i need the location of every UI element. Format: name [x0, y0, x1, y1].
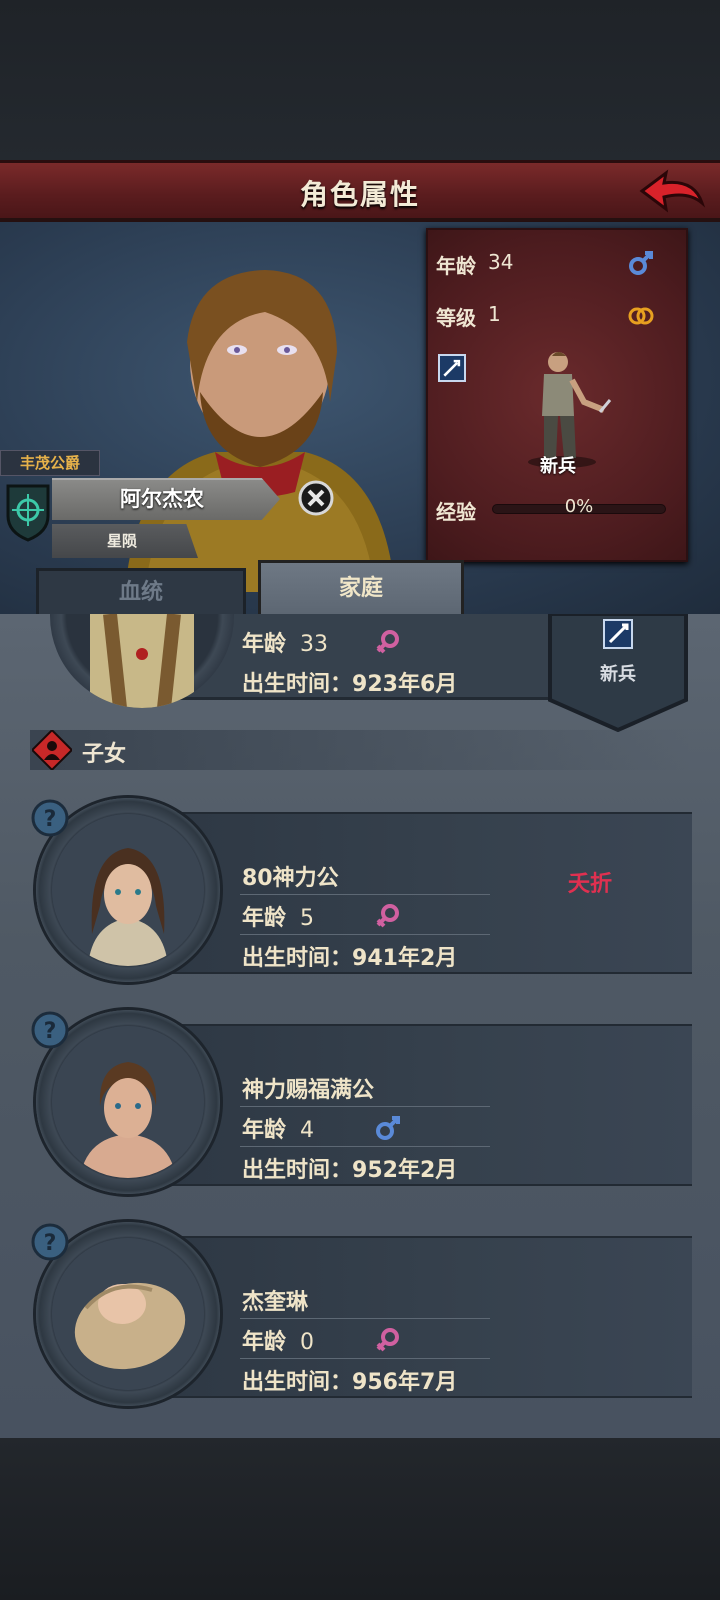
family-icon — [32, 730, 72, 770]
question-icon[interactable]: ? — [30, 1010, 70, 1050]
class-figure — [528, 352, 612, 468]
child-birth-label: 出生时间： — [242, 1370, 353, 1395]
child-age-value: 0 — [300, 1330, 315, 1355]
house-shield-icon — [6, 484, 50, 542]
sword-icon — [438, 354, 466, 382]
male-icon — [376, 1116, 400, 1140]
divider — [240, 1318, 490, 1319]
svg-text:?: ? — [44, 1231, 57, 1256]
class-name: 新兵 — [540, 456, 576, 477]
child-name: 神力赐福满公 — [242, 1078, 375, 1103]
spouse-age-value: 33 — [300, 632, 329, 657]
female-icon — [376, 904, 399, 928]
avatar — [52, 1238, 204, 1390]
spouse-card[interactable]: 年龄 33 出生时间：923年6月 — [30, 614, 560, 708]
child-birth-label: 出生时间： — [242, 946, 353, 971]
child-birth-line: 出生时间：941年2月 — [242, 940, 457, 972]
child-age-line: 年龄 5 — [242, 900, 314, 932]
page-title: 角色属性 — [299, 178, 420, 211]
spouse-age-label: 年龄 — [242, 632, 287, 657]
divider — [240, 934, 490, 935]
hero-title-tag: 丰茂公爵 — [0, 450, 100, 476]
female-icon — [376, 1328, 399, 1352]
child-birth-label: 出生时间： — [242, 1158, 353, 1183]
question-icon[interactable]: ? — [30, 1222, 70, 1262]
child-age-label: 年龄 — [242, 906, 287, 931]
question-icon[interactable]: ? — [30, 798, 70, 838]
spouse-birth-value: 923年6月 — [352, 672, 458, 697]
bottom-backdrop — [0, 1438, 720, 1600]
exp-value: 0% — [564, 496, 594, 517]
child-age-line: 年龄 0 — [242, 1324, 314, 1356]
male-icon — [629, 251, 653, 275]
status-badge: 夭折 — [568, 872, 613, 897]
top-backdrop — [0, 0, 720, 160]
child-birth-line: 出生时间：952年2月 — [242, 1152, 457, 1184]
age-value: 34 — [488, 250, 514, 274]
children-section-header: 子女 — [30, 730, 692, 770]
child-birth-value: 952年2月 — [352, 1158, 458, 1183]
age-label: 年龄 — [436, 254, 476, 278]
spouse-birth-label: 出生时间： — [242, 672, 353, 697]
exp-label: 经验 — [436, 500, 476, 524]
header-bar: 角色属性 — [0, 160, 720, 222]
child-name: 80神力公 — [242, 866, 339, 891]
child-card[interactable]: ? 80神力公 年龄 5 出生时间：941年2月 夭折 — [30, 798, 692, 982]
child-age-label: 年龄 — [242, 1330, 287, 1355]
spouse-class-name: 新兵 — [600, 664, 636, 685]
back-arrow-icon[interactable] — [638, 169, 706, 217]
level-value: 1 — [488, 302, 501, 326]
tab-bloodline[interactable]: 血统 — [36, 568, 246, 620]
child-age-value: 4 — [300, 1118, 315, 1143]
female-icon — [376, 630, 399, 654]
child-card[interactable]: ? 杰奎琳 年龄 0 出生时间：956年7月 — [30, 1222, 692, 1406]
child-birth-line: 出生时间：956年7月 — [242, 1364, 457, 1396]
spouse-birth-line: 出生时间：923年6月 — [242, 666, 457, 698]
tab-bar: 血统 家庭 — [0, 560, 720, 622]
divider — [240, 1106, 490, 1107]
svg-text:?: ? — [44, 1019, 57, 1044]
avatar — [52, 814, 204, 966]
avatar — [52, 1026, 204, 1178]
child-age-label: 年龄 — [242, 1118, 287, 1143]
hero-name: 阿尔杰农 — [120, 487, 204, 511]
children-section-title: 子女 — [82, 742, 127, 767]
divider — [240, 894, 490, 895]
child-birth-value: 956年7月 — [352, 1370, 458, 1395]
close-icon[interactable] — [298, 480, 334, 516]
child-name: 杰奎琳 — [242, 1290, 309, 1315]
child-age-value: 5 — [300, 906, 315, 931]
level-label: 等级 — [436, 306, 476, 330]
child-age-line: 年龄 4 — [242, 1112, 314, 1144]
ring-icon — [628, 307, 654, 325]
child-birth-value: 941年2月 — [352, 946, 458, 971]
spouse-age-line: 年龄 33 — [242, 626, 328, 658]
tab-family[interactable]: 家庭 — [258, 560, 464, 622]
divider — [240, 1146, 490, 1147]
divider — [240, 1358, 490, 1359]
stats-panel: 年龄 34 等级 1 新兵 经验 0% — [426, 228, 688, 562]
svg-text:?: ? — [44, 807, 57, 832]
child-card[interactable]: ? 神力赐福满公 年龄 4 出生时间：952年2月 — [30, 1010, 692, 1194]
hero-subtitle: 星陨 — [106, 532, 137, 550]
